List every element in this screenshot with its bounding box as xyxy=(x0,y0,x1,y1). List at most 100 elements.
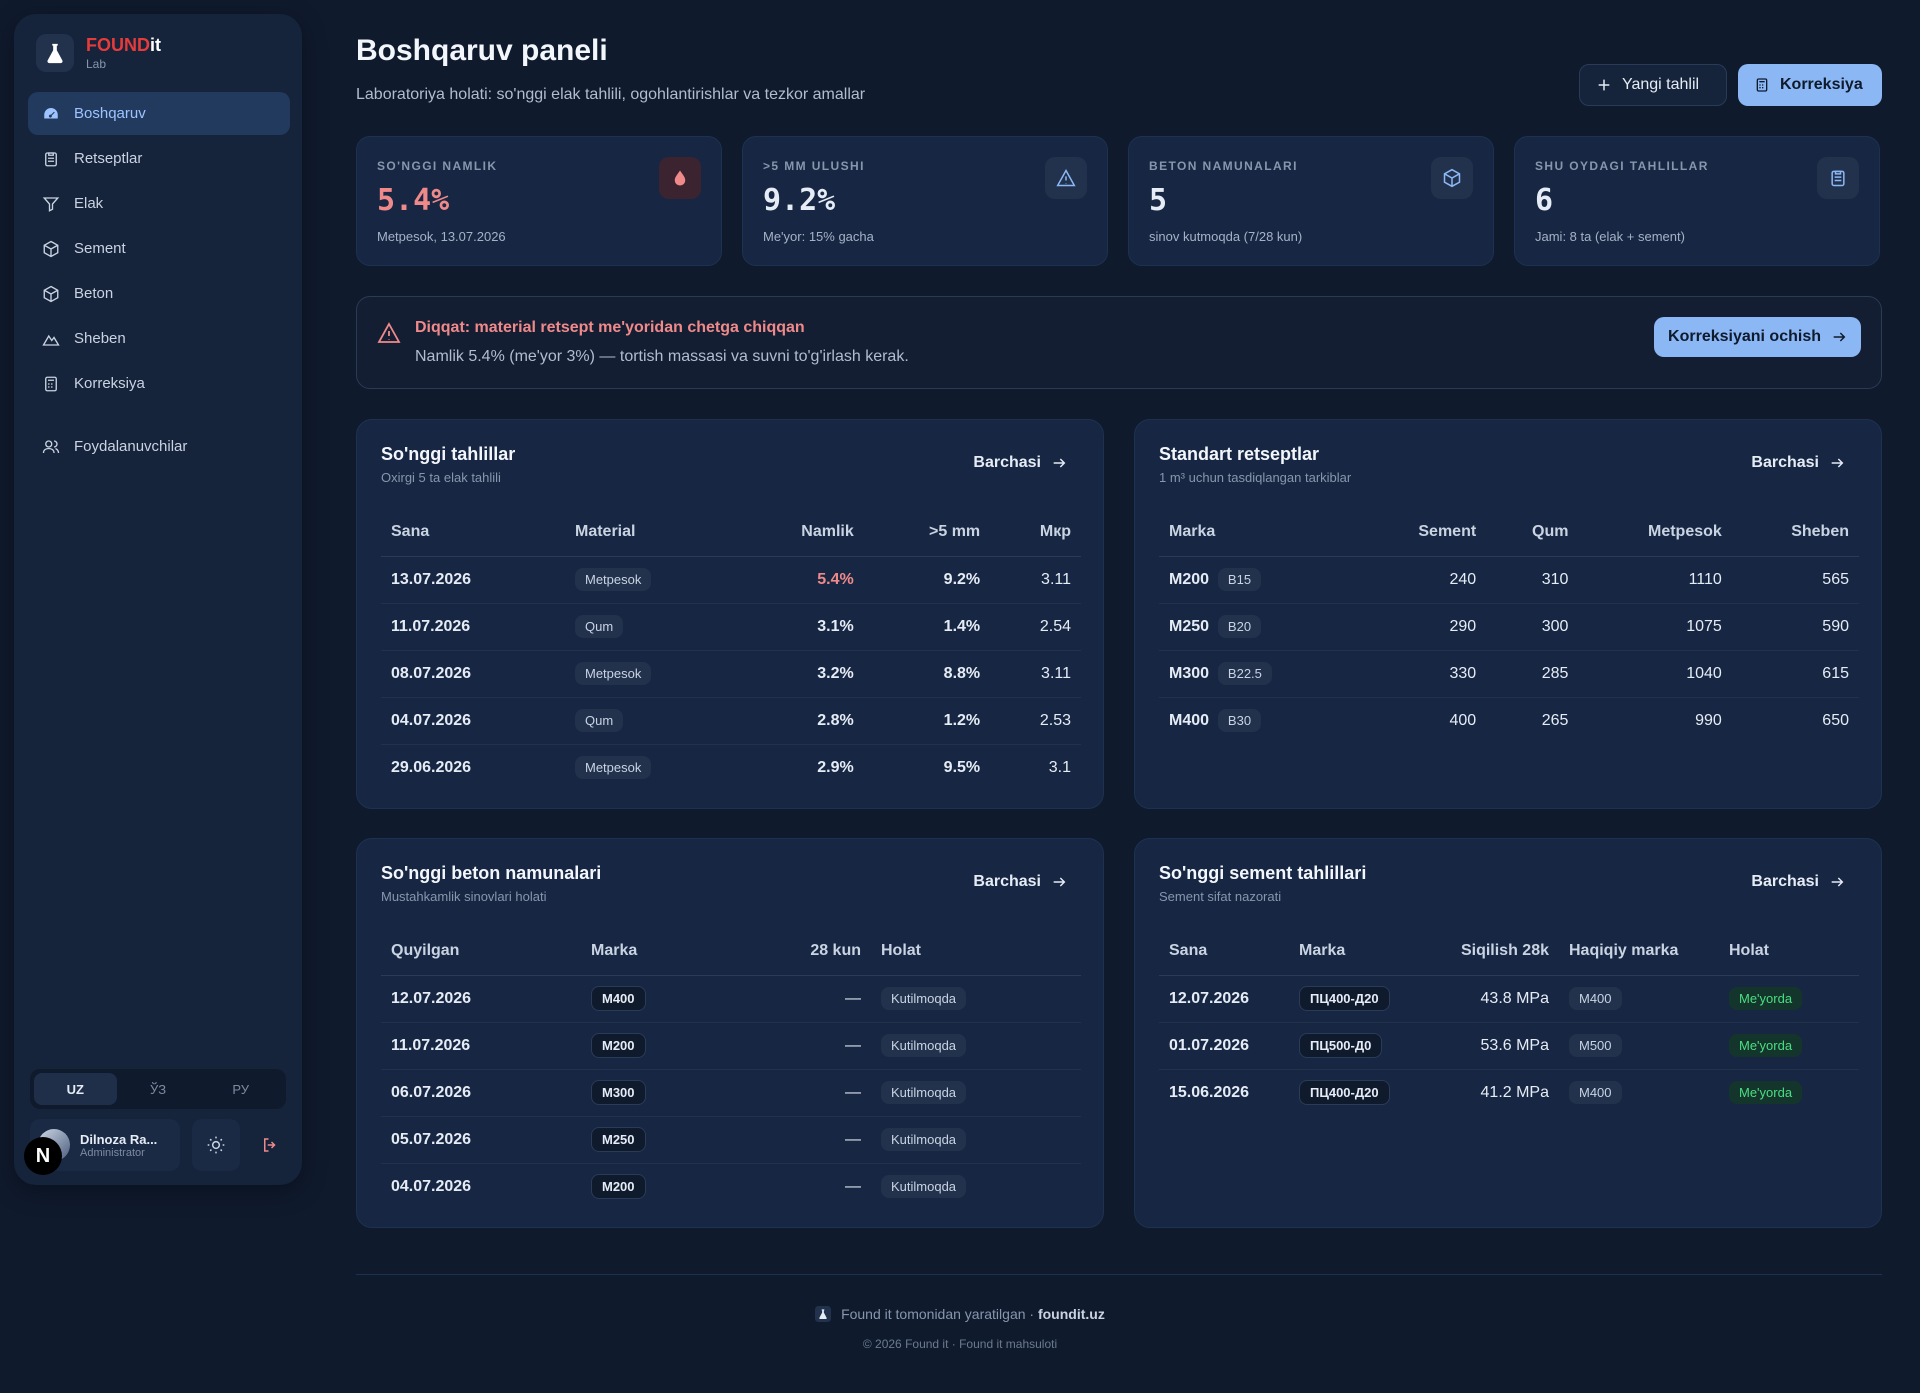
table-row[interactable]: 29.06.2026 Metpesok 2.9% 9.5% 3.1 xyxy=(381,744,1081,791)
flask-logo-icon xyxy=(815,1306,832,1322)
panel-title: So'nggi sement tahlillari xyxy=(1159,863,1367,883)
panel-title: So'nggi beton namunalari xyxy=(381,863,602,883)
new-analysis-label: Yangi tahlil xyxy=(1622,76,1700,93)
table-row[interactable]: 08.07.2026 Metpesok 3.2% 8.8% 3.11 xyxy=(381,650,1081,698)
logout-icon xyxy=(264,1138,276,1152)
material-badge: Qum xyxy=(575,709,624,732)
column-header: Metpesok xyxy=(1578,508,1732,557)
sidebar-item-label: Retseptlar xyxy=(74,150,143,167)
table-row[interactable]: 01.07.2026 ПЦ500-Д0 53.6 MPa M500 Me'yor… xyxy=(1159,1022,1859,1070)
cement-table: Sana Marka Siqilish 28k Haqiqiy marka Ho… xyxy=(1159,927,1859,1116)
arrow-right-icon xyxy=(1053,458,1066,468)
footer-site-link[interactable]: foundit.uz xyxy=(1038,1306,1105,1322)
footer-divider xyxy=(356,1274,1882,1275)
date-cell: 15.06.2026 xyxy=(1169,1083,1250,1101)
sidebar-item-retseptlar[interactable]: Retseptlar xyxy=(28,137,290,180)
recent-analyses-panel: So'nggi tahlillar Oxirgi 5 ta elak tahli… xyxy=(356,419,1104,809)
table-row[interactable]: 11.07.2026 M200 — Kutilmoqda xyxy=(381,1022,1081,1070)
grade-badge: M250 xyxy=(591,1127,646,1152)
brand-name: FOUNDit xyxy=(86,34,161,55)
table-row[interactable]: 13.07.2026 Metpesok 5.4% 9.2% 3.11 xyxy=(381,556,1081,604)
cement-cell: 290 xyxy=(1359,603,1487,651)
theme-toggle-button[interactable] xyxy=(192,1119,240,1171)
sidebar-item-sheben[interactable]: Sheben xyxy=(28,317,290,360)
sidebar-item-foydalanuvchilar[interactable]: Foydalanuvchilar xyxy=(28,425,290,468)
date-cell: 11.07.2026 xyxy=(381,1022,581,1070)
stat-label: SHU OYDAGI TAHLILLAR xyxy=(1535,159,1709,173)
filter-icon xyxy=(42,196,60,212)
date-cell: 08.07.2026 xyxy=(381,650,565,698)
arrow-right-icon xyxy=(1833,332,1846,342)
column-header: 28 kun xyxy=(751,927,871,976)
class-badge: B22.5 xyxy=(1217,662,1272,685)
lang-ru-button[interactable]: РУ xyxy=(199,1073,282,1105)
fraction-cell: 8.8% xyxy=(863,650,991,698)
cement-cell: 400 xyxy=(1449,711,1477,729)
status-badge: Kutilmoqda xyxy=(881,1175,967,1199)
sidebar-nav: Boshqaruv Retseptlar Elak Sement Beton S… xyxy=(28,92,290,470)
status-badge: Me'yorda xyxy=(1729,987,1803,1010)
grade-badge: M200 xyxy=(591,1174,646,1200)
column-header: Sana xyxy=(381,508,565,557)
open-correction-button[interactable]: Korreksiyani ochish xyxy=(1654,317,1861,357)
sidebar-item-elak[interactable]: Elak xyxy=(28,182,290,225)
view-all-analyses-link[interactable]: Barchasi xyxy=(973,454,1067,472)
table-row[interactable]: M250 B20 290 300 1075 590 xyxy=(1159,603,1859,651)
sidebar-item-sement[interactable]: Sement xyxy=(28,227,290,270)
actual-grade-badge: M500 xyxy=(1569,1034,1622,1057)
sidebar-item-boshqaruv[interactable]: Boshqaruv xyxy=(28,92,290,135)
date-cell: 12.07.2026 xyxy=(381,975,581,1023)
cement-grade-badge: ПЦ400-Д20 xyxy=(1299,986,1390,1011)
status-badge: Kutilmoqda xyxy=(881,1128,967,1151)
column-header: Haqiqiy marka xyxy=(1559,927,1719,976)
stat-card-fraction: >5 MM ULUSHI 9.2% Me'yor: 15% gacha xyxy=(742,136,1108,266)
sidebar-item-beton[interactable]: Beton xyxy=(28,272,290,315)
table-row[interactable]: 15.06.2026 ПЦ400-Д20 41.2 MPa M400 Me'yo… xyxy=(1159,1069,1859,1116)
table-row[interactable]: 04.07.2026 Qum 2.8% 1.2% 2.53 xyxy=(381,697,1081,745)
view-all-cement-link[interactable]: Barchasi xyxy=(1751,873,1845,891)
table-row[interactable]: M400 B30 400 265 990 650 xyxy=(1159,697,1859,744)
brand[interactable]: FOUNDit Lab xyxy=(36,34,161,72)
new-analysis-button[interactable]: Yangi tahlil xyxy=(1579,64,1727,106)
view-all-label: Barchasi xyxy=(1751,873,1819,890)
correction-button[interactable]: Korreksiya xyxy=(1738,64,1882,106)
class-badge: B20 xyxy=(1217,615,1262,638)
cube-icon xyxy=(43,285,59,302)
column-header: Holat xyxy=(1719,927,1859,976)
cement-grade-badge: ПЦ500-Д0 xyxy=(1299,1033,1383,1058)
dashboard-icon xyxy=(44,107,58,118)
table-row[interactable]: 04.07.2026 M200 — Kutilmoqda xyxy=(381,1163,1081,1210)
panel-title: So'nggi tahlillar xyxy=(381,444,516,464)
open-correction-label: Korreksiyani ochish xyxy=(1668,328,1821,345)
table-row[interactable]: 11.07.2026 Qum 3.1% 1.4% 2.54 xyxy=(381,603,1081,651)
footer-credit: Found it tomonidan yaratilgan · foundit.… xyxy=(0,1306,1920,1322)
table-row[interactable]: 12.07.2026 ПЦ400-Д20 43.8 MPa M400 Me'yo… xyxy=(1159,975,1859,1023)
footer-text: Found it tomonidan yaratilgan · xyxy=(841,1306,1038,1322)
lang-uz-cyrillic-button[interactable]: ЎЗ xyxy=(117,1073,200,1105)
lang-uz-button[interactable]: UZ xyxy=(34,1073,117,1105)
column-header: Мкр xyxy=(990,508,1081,557)
gravel-cell: 565 xyxy=(1731,556,1859,604)
table-row[interactable]: M300 B22.5 330 285 1040 615 xyxy=(1159,650,1859,698)
clipboard-icon xyxy=(45,151,57,166)
fineness-cell: 2.54 xyxy=(990,603,1081,651)
logout-button[interactable] xyxy=(250,1119,290,1171)
sidebar-item-korreksiya[interactable]: Korreksiya xyxy=(28,362,290,405)
avatar-initial: N xyxy=(24,1137,62,1175)
table-row[interactable]: 05.07.2026 M250 — Kutilmoqda xyxy=(381,1116,1081,1164)
view-all-recipes-link[interactable]: Barchasi xyxy=(1751,454,1845,472)
grade-badge: M300 xyxy=(591,1080,646,1105)
user-card[interactable]: N Dilnoza Ra... Administrator xyxy=(24,1119,180,1175)
table-row[interactable]: 12.07.2026 M400 — Kutilmoqda xyxy=(381,975,1081,1023)
status-badge: Kutilmoqda xyxy=(881,987,967,1010)
view-all-concrete-link[interactable]: Barchasi xyxy=(973,873,1067,891)
column-header: Qum xyxy=(1486,508,1579,557)
brand-sub: Lab xyxy=(86,56,107,71)
date-cell: 01.07.2026 xyxy=(1159,1022,1289,1070)
column-header: >5 mm xyxy=(863,508,991,557)
table-row[interactable]: 06.07.2026 M300 — Kutilmoqda xyxy=(381,1069,1081,1117)
sand-cell: 285 xyxy=(1486,650,1579,698)
column-header: Material xyxy=(565,508,735,557)
sand-cell: 300 xyxy=(1486,603,1579,651)
table-row[interactable]: M200 B15 240 310 1110 565 xyxy=(1159,556,1859,604)
